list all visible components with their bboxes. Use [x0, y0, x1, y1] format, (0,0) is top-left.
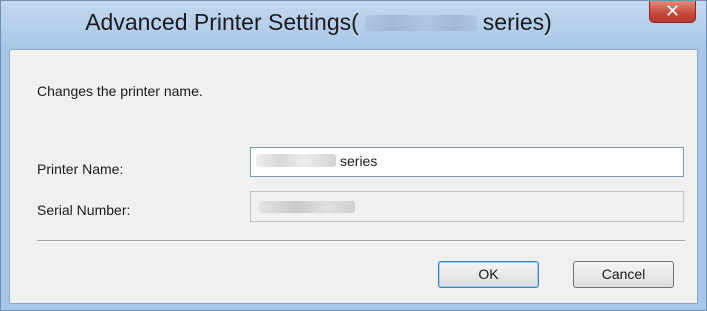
printer-name-value: series — [340, 153, 378, 169]
close-button[interactable]: ✕ — [649, 1, 696, 23]
window-title-suffix: series) — [482, 9, 552, 35]
redacted-serial-number — [259, 201, 355, 213]
dialog-body: Changes the printer name. Printer Name: … — [9, 49, 698, 304]
window-title-prefix: Advanced Printer Settings( — [85, 9, 359, 35]
printer-name-label: Printer Name: — [37, 161, 124, 177]
serial-number-label: Serial Number: — [37, 202, 131, 218]
printer-name-input[interactable]: series — [250, 147, 684, 177]
separator — [37, 240, 685, 242]
description-text: Changes the printer name. — [37, 83, 203, 99]
ok-button[interactable]: OK — [438, 261, 539, 288]
redacted-model-name — [364, 15, 477, 31]
dialog-window: Advanced Printer Settings( series) ✕ Chan… — [0, 0, 707, 311]
cancel-button[interactable]: Cancel — [573, 261, 674, 288]
redacted-model-name — [256, 154, 336, 167]
close-icon: ✕ — [664, 1, 681, 21]
serial-number-field — [250, 191, 684, 222]
title-bar[interactable]: Advanced Printer Settings( series) ✕ — [1, 1, 706, 49]
window-title: Advanced Printer Settings( series) — [1, 9, 636, 36]
